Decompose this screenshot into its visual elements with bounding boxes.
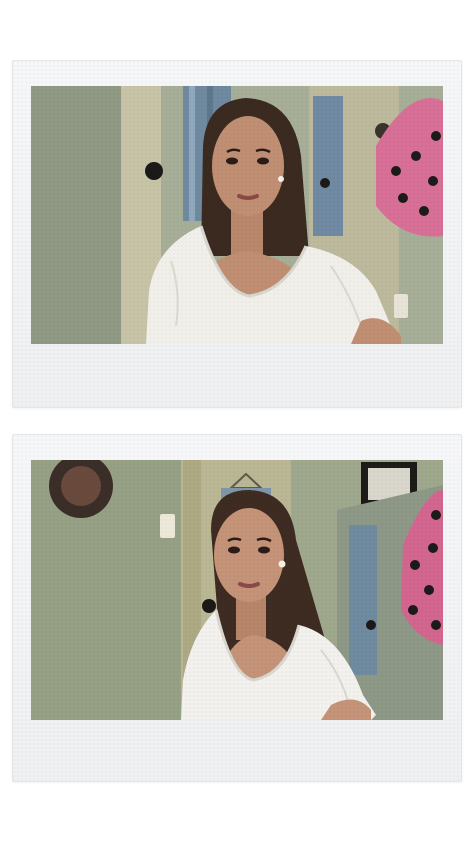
polaroid-frame-2 xyxy=(12,434,462,782)
door-knob xyxy=(202,599,216,613)
selfie-photo-1 xyxy=(31,86,443,344)
wall-outlet xyxy=(394,294,408,318)
polaroid-collage xyxy=(0,0,474,841)
selfie-illustration-2 xyxy=(31,460,443,720)
polaroid-frame-1 xyxy=(12,60,462,408)
face xyxy=(212,116,284,216)
light-switch xyxy=(160,514,175,538)
selfie-illustration-1 xyxy=(31,86,443,344)
mirror-reflection xyxy=(313,96,343,236)
selfie-photo-2 xyxy=(31,460,443,720)
earring xyxy=(278,176,284,182)
door-knob xyxy=(145,162,163,180)
left-wall-shadow xyxy=(31,86,126,344)
earring xyxy=(278,560,286,568)
